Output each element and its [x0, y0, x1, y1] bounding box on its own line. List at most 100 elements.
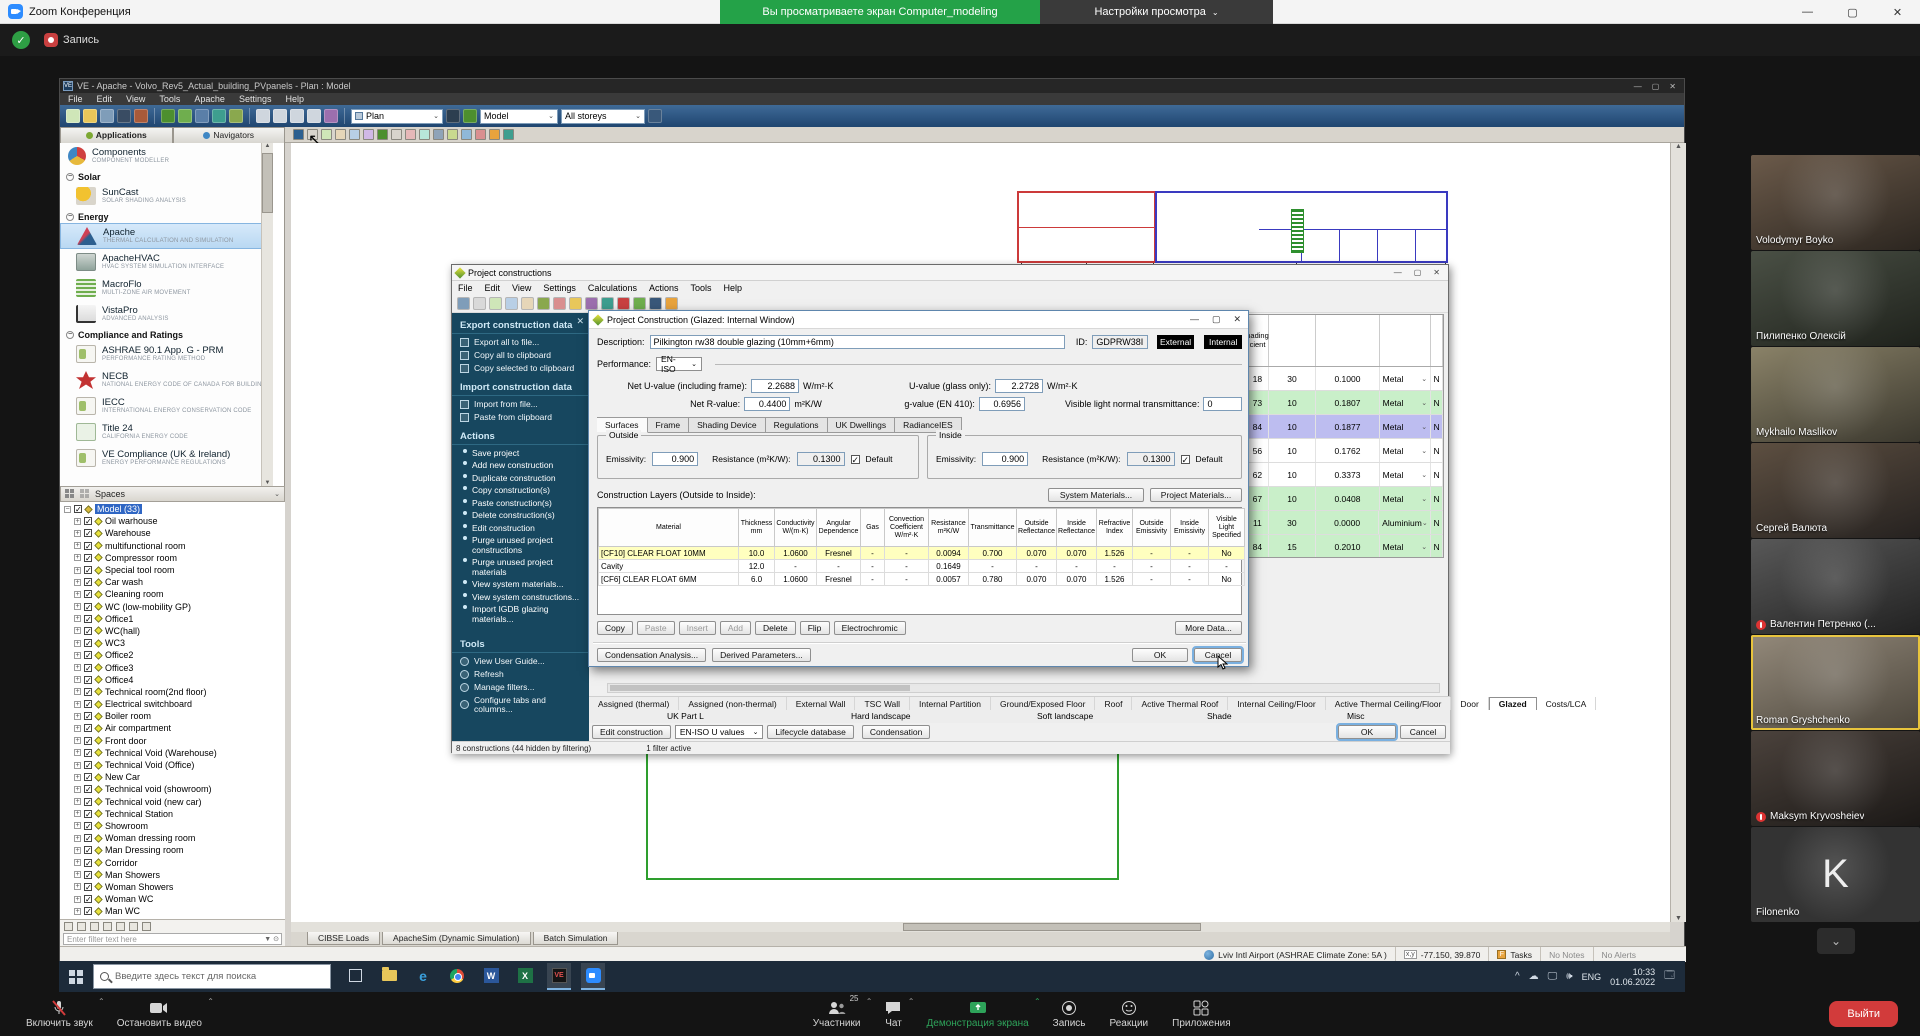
- layer-button[interactable]: Paste: [637, 621, 675, 635]
- simulation-tab[interactable]: Batch Simulation: [533, 932, 619, 945]
- checkbox[interactable]: ✓: [84, 871, 92, 879]
- surface-tab[interactable]: UK Dwellings: [828, 417, 896, 433]
- alerts-label[interactable]: No Alerts: [1602, 950, 1637, 960]
- refresh-icon[interactable]: [633, 297, 646, 310]
- tree-item[interactable]: + ✓ WC3: [60, 637, 285, 649]
- dxf-icon[interactable]: [475, 129, 486, 140]
- sidebar-tool[interactable]: Refresh: [452, 668, 589, 681]
- pan-icon[interactable]: [307, 109, 321, 123]
- dialog-maximize-button[interactable]: ▢: [1414, 268, 1422, 277]
- condensation-button[interactable]: Condensation: [862, 725, 930, 739]
- layer-column-header[interactable]: Outside Reflectance: [1017, 509, 1057, 547]
- layer-column-header[interactable]: Gas: [861, 509, 885, 547]
- filter-input[interactable]: Enter filter text here▼ ⊙: [63, 933, 282, 945]
- participant-tile[interactable]: Сергей Валюта: [1751, 443, 1920, 538]
- grid-icon[interactable]: [489, 297, 502, 310]
- expand-icon[interactable]: +: [74, 871, 81, 878]
- measure-icon[interactable]: [349, 129, 360, 140]
- tasks-label[interactable]: Tasks: [1510, 950, 1532, 960]
- participant-tile[interactable]: Roman Gryshchenko: [1751, 635, 1920, 730]
- sidebar-action[interactable]: Delete construction(s): [452, 510, 589, 523]
- layer-column-header[interactable]: Conductivity W/(m·K): [775, 509, 817, 547]
- filter-icon-6[interactable]: [129, 922, 138, 931]
- category-tab[interactable]: Soft landscape: [1037, 711, 1093, 721]
- checkbox[interactable]: ✓: [84, 822, 92, 830]
- new-icon[interactable]: [66, 109, 80, 123]
- simulation-tab[interactable]: CIBSE Loads: [307, 932, 380, 945]
- reactions-button[interactable]: Реакции: [1097, 992, 1160, 1036]
- category-tab[interactable]: Costs/LCA: [1537, 697, 1597, 710]
- tree-item[interactable]: + ✓ Special tool room: [60, 564, 285, 576]
- checkbox[interactable]: ✓: [84, 688, 92, 696]
- expand-icon[interactable]: +: [74, 615, 81, 622]
- checkbox[interactable]: ✓: [84, 785, 92, 793]
- table-horizontal-scrollbar[interactable]: [607, 683, 1440, 693]
- sidebar-link[interactable]: Copy all to clipboard: [452, 349, 589, 362]
- sidebar-action[interactable]: Import IGDB glazing materials...: [452, 604, 589, 626]
- uvalue-standard-select[interactable]: EN-ISO U values⌄: [675, 725, 764, 739]
- duplicate-icon[interactable]: [585, 297, 598, 310]
- ve-menu-item[interactable]: Settings: [239, 94, 272, 104]
- tree-item[interactable]: + ✓ Corridor: [60, 856, 285, 868]
- default-checkbox[interactable]: ✓: [1181, 455, 1190, 464]
- ok-button[interactable]: OK: [1338, 725, 1396, 739]
- word-button[interactable]: W: [479, 963, 503, 990]
- filter-icon-2[interactable]: [77, 922, 86, 931]
- horizontal-scrollbar[interactable]: [291, 922, 1670, 932]
- ve-app-button[interactable]: VE: [547, 963, 571, 990]
- ve-menu-item[interactable]: Help: [285, 94, 304, 104]
- expand-icon[interactable]: +: [74, 847, 81, 854]
- description-input[interactable]: Pilkington rw38 double glazing (10mm+6mm…: [650, 335, 1065, 349]
- surface-tab[interactable]: Shading Device: [689, 417, 766, 433]
- expand-icon[interactable]: +: [74, 737, 81, 744]
- layer-column-header[interactable]: Angular Dependence: [817, 509, 861, 547]
- mirror-icon[interactable]: [405, 129, 416, 140]
- expand-icon[interactable]: +: [74, 810, 81, 817]
- sidebar-tool[interactable]: View User Guide...: [452, 655, 589, 668]
- expand-icon[interactable]: +: [74, 822, 81, 829]
- net-r-input[interactable]: 0.4400: [744, 397, 790, 411]
- checkbox[interactable]: ✓: [84, 846, 92, 854]
- participants-button[interactable]: 25 Участники⌃: [801, 992, 873, 1036]
- dialog-menu-item[interactable]: Tools: [690, 283, 711, 293]
- rotate-icon[interactable]: [324, 109, 338, 123]
- table-row[interactable]: 62 10 0.3373 Metal⌄ N: [1247, 463, 1443, 487]
- tree-item[interactable]: + ✓ Cleaning room: [60, 588, 285, 600]
- taskbar-search[interactable]: Введите здесь текст для поиска: [93, 964, 331, 989]
- filter-icon-7[interactable]: [142, 922, 151, 931]
- layer-button[interactable]: Delete: [755, 621, 796, 635]
- sun-path-icon[interactable]: [489, 129, 500, 140]
- layer-column-header[interactable]: Visible Light Specified: [1209, 509, 1245, 547]
- expand-icon[interactable]: +: [74, 530, 81, 537]
- tree-item[interactable]: + ✓ multifunctional room: [60, 540, 285, 552]
- expand-icon[interactable]: +: [74, 579, 81, 586]
- tree-item[interactable]: + ✓ Technical void (new car): [60, 796, 285, 808]
- dialog-minimize-button[interactable]: —: [1394, 268, 1402, 277]
- ok-button[interactable]: OK: [1132, 648, 1188, 662]
- tree-item[interactable]: + ✓ Technical room(2nd floor): [60, 686, 285, 698]
- storey-select[interactable]: All storeys⌄: [561, 109, 645, 124]
- collapse-icon[interactable]: −: [66, 173, 74, 181]
- prev-view-icon[interactable]: [446, 109, 460, 123]
- expand-icon[interactable]: +: [74, 908, 81, 915]
- tree-item[interactable]: + ✓ Office4: [60, 674, 285, 686]
- category-tab[interactable]: Assigned (thermal): [589, 697, 679, 710]
- chevron-down-icon[interactable]: ⌄: [1422, 519, 1428, 527]
- column-header[interactable]: [1380, 315, 1431, 366]
- checkbox[interactable]: ✓: [84, 664, 92, 672]
- simulation-tab[interactable]: ApacheSim (Dynamic Simulation): [382, 932, 531, 945]
- expand-icon[interactable]: +: [74, 640, 81, 647]
- surface-tab[interactable]: Regulations: [766, 417, 828, 433]
- checkbox[interactable]: ✓: [84, 798, 92, 806]
- checkbox[interactable]: ✓: [84, 810, 92, 818]
- sun-icon[interactable]: [178, 109, 192, 123]
- layer-column-header[interactable]: Outside Emissivity: [1133, 509, 1171, 547]
- tree-item[interactable]: + ✓ Technical void (showroom): [60, 783, 285, 795]
- open-icon[interactable]: [83, 109, 97, 123]
- category-tab[interactable]: Roof: [1095, 697, 1132, 710]
- tree-item[interactable]: + ✓ Front door: [60, 735, 285, 747]
- category-tab[interactable]: External Wall: [787, 697, 856, 710]
- excel-button[interactable]: X: [513, 963, 537, 990]
- expand-icon[interactable]: +: [74, 676, 81, 683]
- extrude-icon[interactable]: [377, 129, 388, 140]
